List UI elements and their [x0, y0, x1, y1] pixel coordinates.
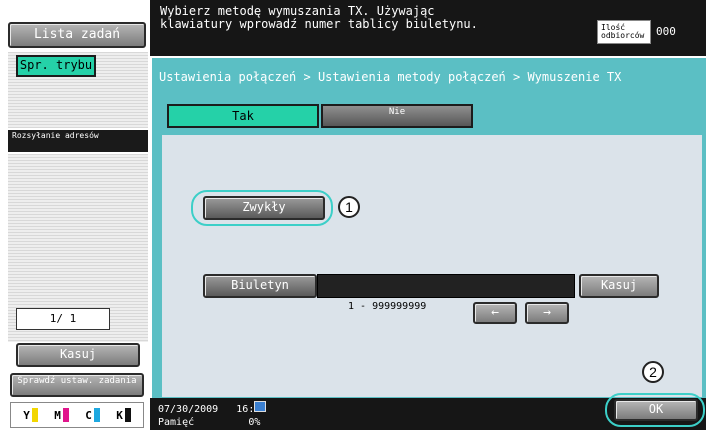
normal-button[interactable]: Zwykły	[203, 196, 325, 220]
toner-indicator: Y M C K	[10, 402, 144, 428]
tab-yes[interactable]: Tak	[167, 104, 319, 128]
ok-button[interactable]: OK	[614, 399, 698, 421]
header-bar: Wybierz metodę wymuszania TX. Używając k…	[150, 0, 706, 56]
left-arrow-button[interactable]: ←	[473, 302, 517, 324]
footer-date: 07/30/2009	[158, 404, 219, 415]
tab-no[interactable]: Nie	[321, 104, 473, 128]
memory-value: 0%	[248, 417, 261, 428]
memory-label: Pamięć	[158, 417, 195, 428]
toner-c: C	[85, 408, 100, 422]
check-job-settings-button[interactable]: Sprawdź ustaw. zadania	[10, 373, 144, 397]
bulletin-range: 1 - 999999999	[348, 301, 427, 312]
check-mode-button[interactable]: Spr. trybu	[16, 55, 96, 77]
toner-m: M	[54, 408, 69, 422]
callout-number-1: 1	[338, 196, 360, 218]
recipient-count-label: Ilość odbiorców	[597, 20, 651, 44]
callout-number-2: 2	[642, 361, 664, 383]
memory-status: Pamięć 0%	[158, 417, 260, 428]
toner-y: Y	[23, 408, 38, 422]
bulletin-button[interactable]: Biuletyn	[203, 274, 317, 298]
address-broadcast-tab[interactable]: Rozsyłanie adresów	[8, 130, 148, 152]
clear-button[interactable]: Kasuj	[579, 274, 659, 298]
delete-button[interactable]: Kasuj	[16, 343, 140, 367]
page-indicator: 1/ 1	[16, 308, 110, 330]
recipient-count-value: 000	[656, 25, 676, 38]
job-list-button[interactable]: Lista zadań	[8, 22, 146, 48]
network-icon	[254, 401, 266, 412]
bulletin-number-field[interactable]	[317, 274, 575, 298]
instruction-line-2: klawiatury wprowadź numer tablicy biulet…	[160, 17, 478, 31]
breadcrumb: Ustawienia połączeń > Ustawienia metody …	[159, 70, 622, 84]
options-area	[162, 135, 702, 397]
toner-k: K	[116, 408, 131, 422]
right-arrow-button[interactable]: →	[525, 302, 569, 324]
date-time: 07/30/2009 16:44	[158, 404, 266, 415]
